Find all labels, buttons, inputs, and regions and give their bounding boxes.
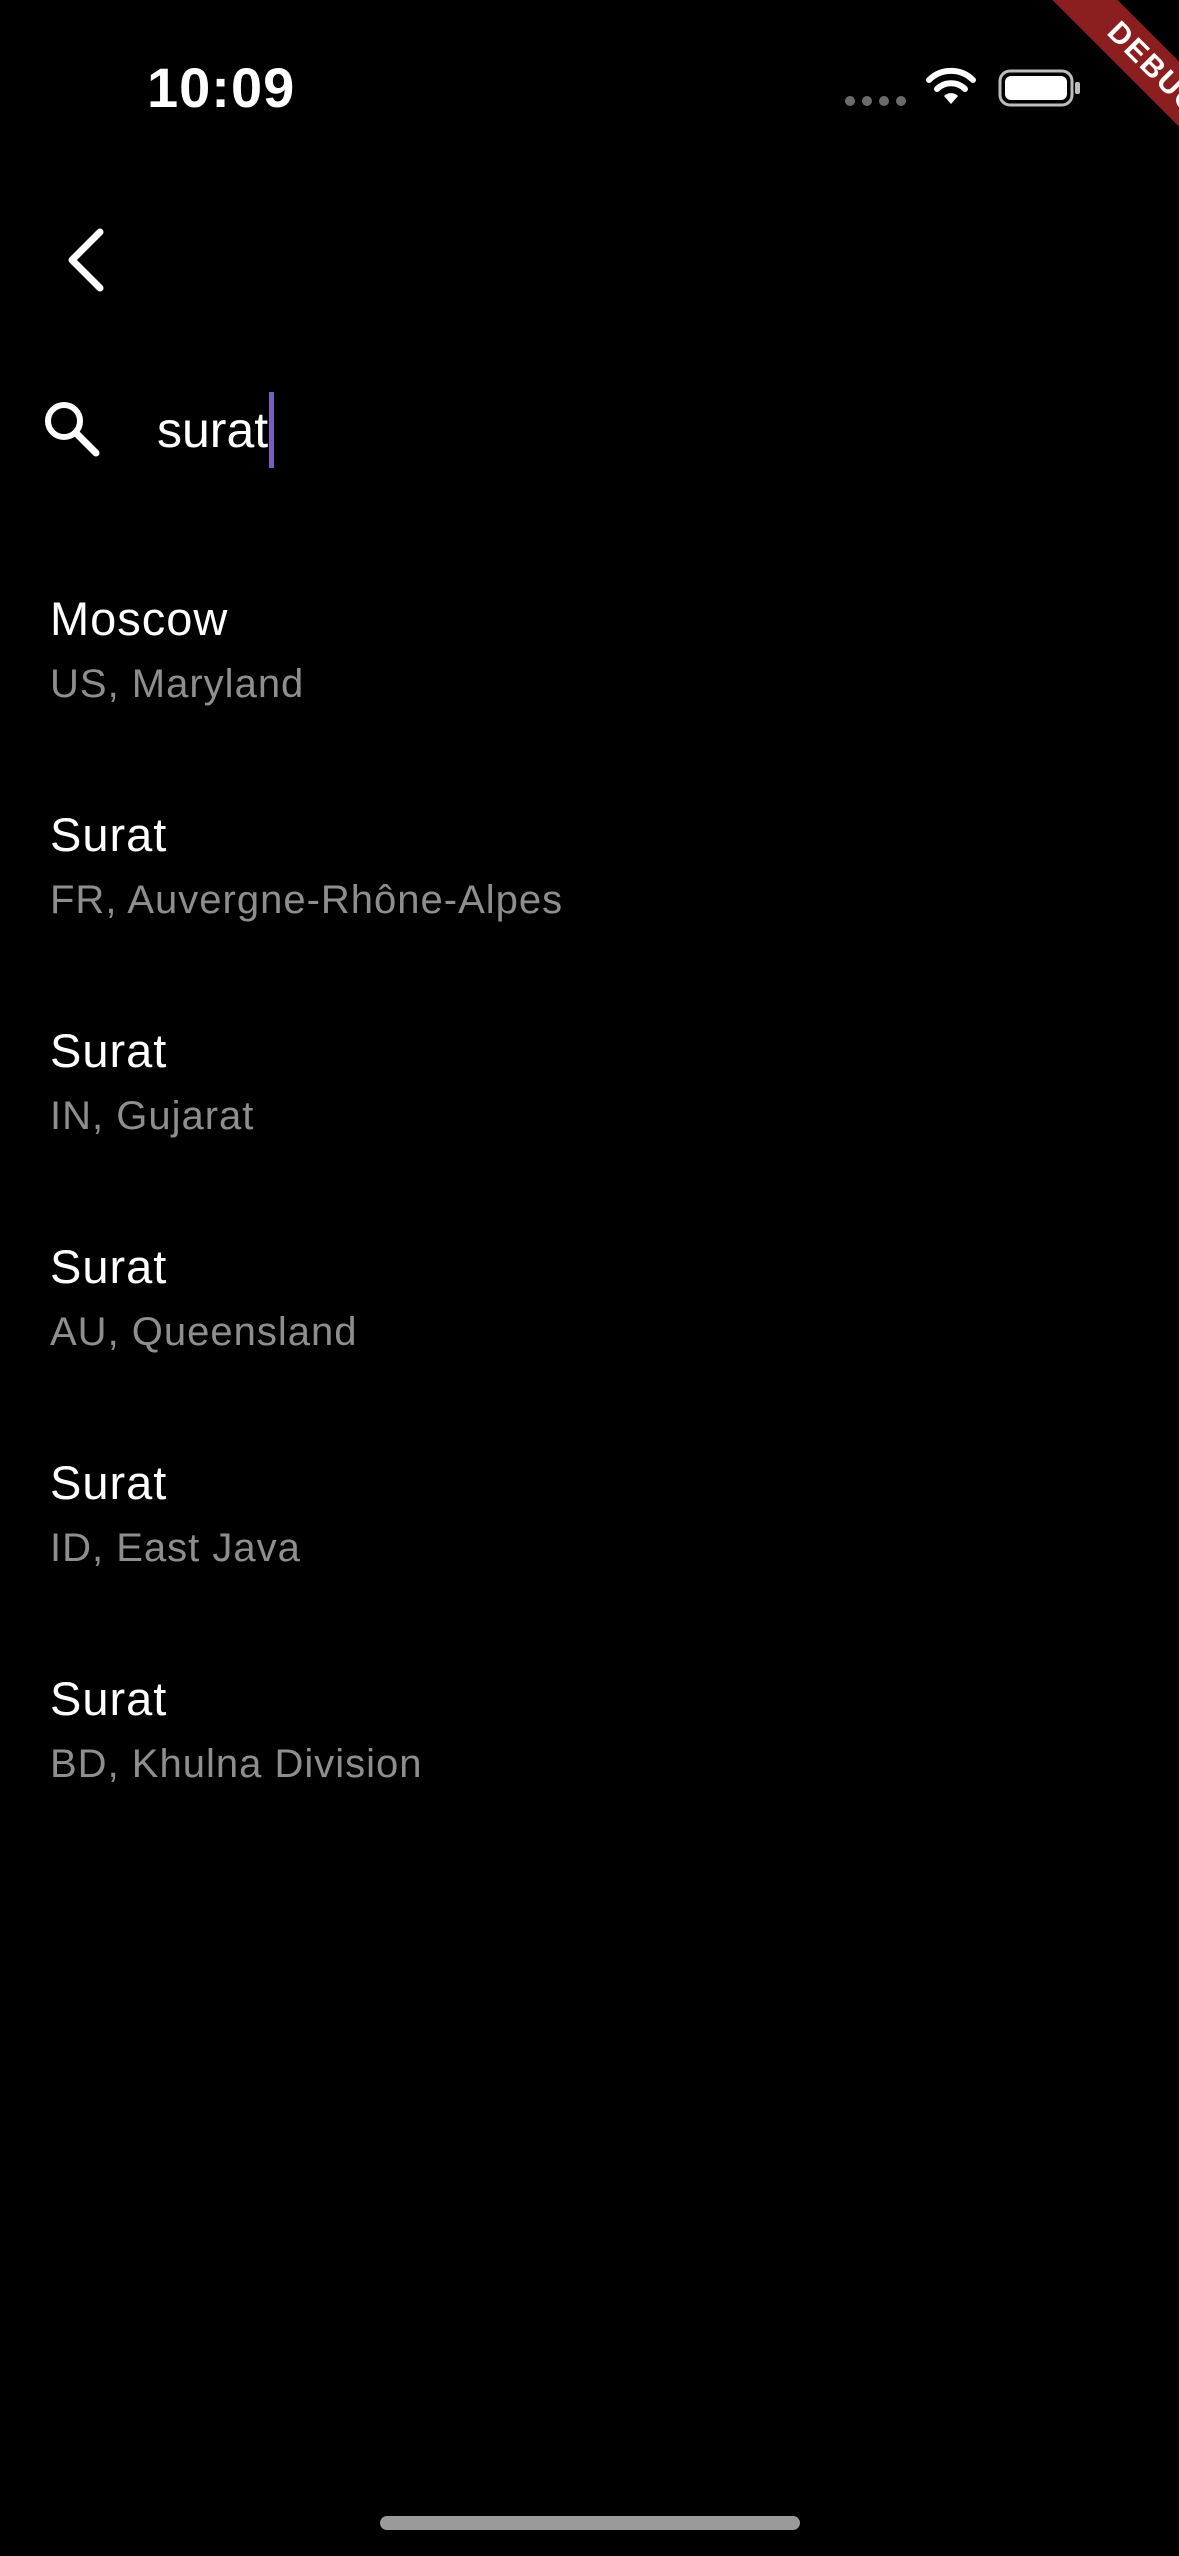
result-region: IN, Gujarat — [50, 1094, 255, 1138]
chevron-left-icon — [68, 228, 104, 292]
search-results-list: Moscow US, Maryland Surat FR, Auvergne-R… — [0, 565, 1179, 1861]
result-city: Surat — [50, 808, 168, 861]
cellular-signal-icon — [845, 96, 907, 106]
result-city: Surat — [50, 1456, 168, 1509]
result-item[interactable]: Surat FR, Auvergne-Rhône-Alpes — [0, 781, 1179, 997]
search-input-value: surat — [157, 402, 269, 458]
search-icon — [45, 402, 100, 457]
search-bar[interactable]: surat — [0, 375, 1179, 485]
result-city: Moscow — [50, 592, 229, 645]
result-item[interactable]: Surat BD, Khulna Division — [0, 1645, 1179, 1861]
back-button[interactable] — [52, 220, 122, 300]
debug-ribbon-label: DEBUG — [1031, 0, 1179, 192]
debug-banner: DEBUG — [979, 0, 1179, 200]
result-region: FR, Auvergne-Rhône-Alpes — [50, 878, 564, 922]
result-region: ID, East Java — [50, 1526, 301, 1570]
status-time: 10:09 — [147, 56, 296, 119]
result-region: AU, Queensland — [50, 1310, 358, 1354]
text-caret — [269, 391, 275, 468]
result-city: Surat — [50, 1672, 168, 1725]
result-city: Surat — [50, 1024, 168, 1077]
result-item[interactable]: Surat AU, Queensland — [0, 1213, 1179, 1429]
result-item[interactable]: Moscow US, Maryland — [0, 565, 1179, 781]
home-indicator[interactable] — [380, 2516, 800, 2530]
search-input[interactable]: surat — [157, 385, 275, 475]
wifi-icon — [926, 67, 976, 104]
result-item[interactable]: Surat IN, Gujarat — [0, 997, 1179, 1213]
result-region: US, Maryland — [50, 662, 305, 706]
result-city: Surat — [50, 1240, 168, 1293]
result-region: BD, Khulna Division — [50, 1742, 423, 1786]
result-item[interactable]: Surat ID, East Java — [0, 1429, 1179, 1645]
